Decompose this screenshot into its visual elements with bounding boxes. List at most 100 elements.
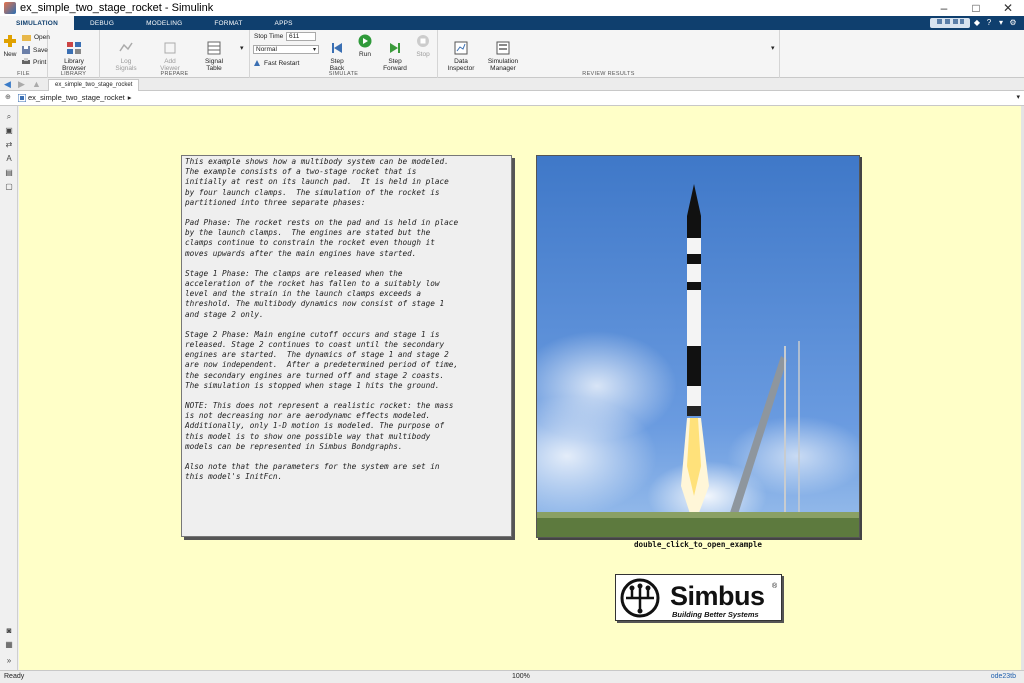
add-viewer-icon [164, 42, 176, 54]
annotation-paragraph-4: Stage 2 Phase: Main engine cutoff occurs… [185, 329, 459, 390]
stop-time-input[interactable]: 611 [286, 32, 316, 41]
step-forward-label: Step Forward [383, 58, 407, 72]
run-button[interactable]: Run [352, 34, 378, 58]
rocket-launch-image[interactable] [536, 155, 860, 538]
save-icon [22, 46, 30, 54]
back-arrow-icon[interactable]: ◀ [4, 79, 11, 90]
model-document-tab[interactable]: ex_simple_two_stage_rocket [48, 79, 140, 91]
new-icon [4, 35, 16, 47]
quick-access-toolbar: ◆ ? ▾ ⚙ [930, 17, 1018, 29]
signal-table-icon [207, 41, 221, 55]
breadcrumb-arrow-icon[interactable]: ▸ [128, 93, 132, 102]
simulation-mode-select[interactable]: Normal [253, 45, 319, 54]
file-group-label: FILE [17, 71, 30, 77]
open-button[interactable]: Open [22, 34, 50, 41]
prepare-expand-icon[interactable]: ▾ [240, 44, 244, 52]
settings-icon[interactable]: ⚙ [1008, 18, 1018, 28]
save-label: Save [33, 46, 48, 54]
forward-arrow-icon[interactable]: ▶ [18, 79, 25, 90]
maximize-button[interactable]: □ [960, 0, 992, 16]
prepare-group-label: PREPARE [160, 71, 189, 77]
solver-link[interactable]: ode23tb [991, 673, 1016, 680]
tab-modeling[interactable]: MODELING [130, 16, 198, 30]
folder-icon [22, 35, 31, 41]
model-address-bar: ⊕ ex_simple_two_stage_rocket ▸ ▾ [0, 91, 1024, 106]
library-browser-button[interactable]: Library Browser [52, 34, 96, 72]
print-button[interactable]: Print [22, 58, 46, 66]
zoom-level: 100% [512, 673, 530, 680]
fast-restart-icon [254, 60, 260, 66]
property-inspector-icon[interactable]: ▦ [4, 640, 14, 650]
simulation-manager-label: Simulation Manager [487, 58, 519, 72]
breadcrumb[interactable]: ex_simple_two_stage_rocket ▸ [28, 93, 132, 102]
stop-time-label: Stop Time [254, 33, 284, 40]
tab-debug[interactable]: DEBUG [74, 16, 130, 30]
community-icon[interactable]: ◆ [972, 18, 982, 28]
simulation-manager-button[interactable]: Simulation Manager [484, 34, 522, 72]
data-inspector-label: Data Inspector [447, 58, 475, 72]
camera-icon[interactable]: ◙ [4, 626, 14, 636]
annotation-icon[interactable]: A [4, 154, 14, 164]
add-viewer-button[interactable]: Add Viewer [150, 34, 190, 72]
tab-format[interactable]: FORMAT [198, 16, 258, 30]
window-controls: – □ ✕ [928, 0, 1024, 16]
address-dropdown-icon[interactable]: ▾ [1016, 93, 1020, 101]
data-inspector-button[interactable]: Data Inspector [446, 34, 476, 72]
description-annotation[interactable]: This example shows how a multibody syste… [181, 155, 512, 537]
step-back-button[interactable]: Step Back [324, 34, 350, 72]
arrow-icon[interactable]: ⇄ [4, 140, 14, 150]
logo-tagline: Building Better Systems [672, 610, 759, 619]
review-expand-icon[interactable]: ▾ [771, 44, 775, 52]
rocket-photo [537, 156, 859, 537]
hide-browser-icon[interactable]: ⊕ [5, 93, 11, 101]
stop-button[interactable]: Stop [412, 34, 434, 58]
area-icon[interactable]: ▢ [4, 182, 14, 192]
simulate-group-label: SIMULATE [328, 71, 359, 77]
log-signals-button[interactable]: Log Signals [106, 34, 146, 72]
tab-apps[interactable]: APPS [259, 16, 309, 30]
logo-name: Simbus [670, 581, 765, 611]
ribbon-group-library: Library Browser LIBRARY [48, 30, 100, 78]
breadcrumb-model-name[interactable]: ex_simple_two_stage_rocket [28, 93, 125, 102]
close-button[interactable]: ✕ [992, 0, 1024, 16]
simulation-manager-icon [496, 41, 510, 55]
signal-table-label: Signal Table [204, 58, 224, 72]
quick-access-icons [937, 19, 964, 24]
run-icon [358, 34, 372, 48]
new-label: New [3, 51, 17, 58]
stop-icon [417, 35, 429, 47]
tab-simulation[interactable]: SIMULATION [0, 16, 74, 30]
step-forward-button[interactable]: Step Forward [380, 34, 410, 72]
ribbon-group-file: New Open Save Print FILE [0, 30, 50, 78]
print-label: Print [33, 58, 47, 66]
image-icon[interactable]: ▤ [4, 168, 14, 178]
log-signals-label: Log Signals [115, 58, 137, 72]
simbus-logo[interactable]: Simbus ® Building Better Systems [615, 574, 782, 621]
signal-table-button[interactable]: Signal Table [194, 34, 234, 72]
ribbon-group-review-results: Data Inspector Simulation Manager ▾ REVI… [438, 30, 780, 78]
up-arrow-icon[interactable]: ▲ [32, 79, 41, 89]
model-icon [18, 94, 26, 102]
run-label: Run [359, 51, 371, 58]
minimize-button[interactable]: – [928, 0, 960, 16]
expand-toolbar-icon[interactable]: » [4, 656, 14, 666]
ribbon-group-prepare: Log Signals Add Viewer Signal Table ▾ PR… [100, 30, 250, 78]
document-tab-strip: ◀ ▶ ▲ ex_simple_two_stage_rocket [0, 78, 1024, 91]
library-browser-icon [67, 42, 81, 54]
save-button[interactable]: Save [22, 46, 48, 54]
zoom-icon[interactable]: ⌕ [4, 112, 14, 122]
annotation-paragraph-5: NOTE: This does not represent a realisti… [185, 401, 454, 451]
fit-to-view-icon[interactable]: ▣ [4, 126, 14, 136]
image-caption: double_click_to_open_example [633, 540, 762, 549]
fast-restart-toggle[interactable]: Fast Restart [253, 59, 299, 67]
help-icon[interactable]: ? [984, 18, 994, 28]
annotation-paragraph-6: Also note that the parameters for the sy… [185, 462, 440, 482]
title-bar: ex_simple_two_stage_rocket - Simulink – … [0, 0, 1024, 16]
annotation-paragraph-2: Pad Phase: The rocket rests on the pad a… [185, 218, 459, 258]
chevron-down-icon[interactable]: ▾ [996, 18, 1006, 28]
new-button[interactable]: New [2, 34, 18, 58]
window-title: ex_simple_two_stage_rocket - Simulink [20, 2, 214, 14]
model-canvas[interactable]: This example shows how a multibody syste… [19, 106, 1021, 670]
search-documentation-input[interactable] [930, 18, 970, 28]
simulation-mode-value: Normal [256, 46, 277, 53]
